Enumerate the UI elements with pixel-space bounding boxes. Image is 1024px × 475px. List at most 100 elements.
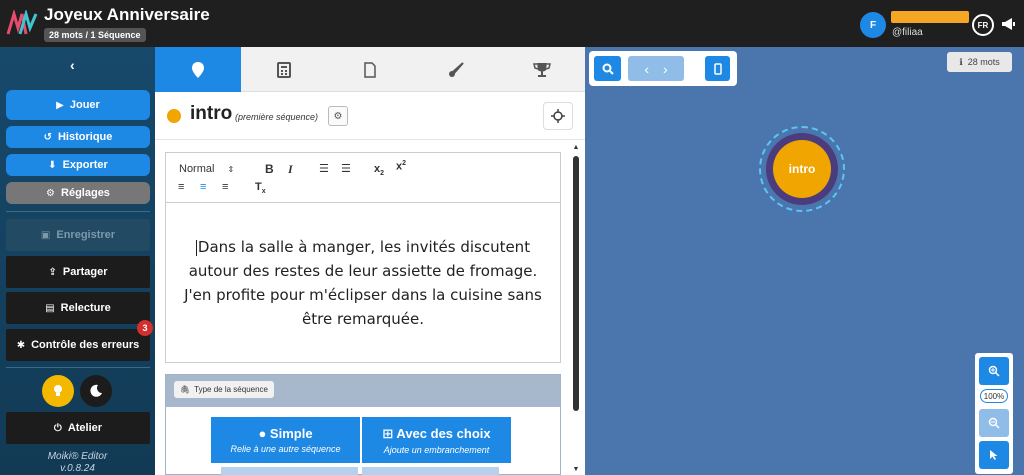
- sequence-editor: intro (première séquence) ⚙ Normal ⇕ B I…: [155, 47, 585, 475]
- italic-button[interactable]: I: [288, 162, 293, 177]
- map-marker-icon: ●: [258, 426, 267, 441]
- trophy-icon: [533, 62, 551, 77]
- bug-icon: ✱: [16, 339, 26, 351]
- sequence-type-panel: 🖇 Type de la séquence ● Simple Relie à u…: [165, 374, 561, 475]
- crosshair-icon: [551, 109, 565, 123]
- word-count-badge: ℹ 28 mots: [947, 52, 1012, 72]
- history-icon: ↺: [43, 131, 52, 143]
- ordered-list-button[interactable]: ☰: [319, 162, 329, 175]
- tab-location[interactable]: [155, 47, 241, 92]
- error-check-button[interactable]: ✱ Contrôle des erreurs: [6, 329, 150, 361]
- editor-tabs: [155, 47, 585, 92]
- zoom-panel: 100%: [975, 353, 1013, 474]
- history-nav[interactable]: ‹ ›: [628, 56, 684, 81]
- zoom-out-button[interactable]: [979, 409, 1009, 437]
- power-icon: ⏻: [53, 422, 62, 434]
- type-simple-button[interactable]: ● Simple Relie à une autre séquence: [211, 417, 360, 463]
- user-avatar[interactable]: F: [860, 12, 886, 38]
- zoom-in-icon: [988, 365, 1000, 377]
- search-button[interactable]: [594, 56, 621, 81]
- type-option-button[interactable]: [362, 467, 499, 475]
- scroll-down-icon[interactable]: ▼: [572, 466, 580, 473]
- history-button[interactable]: ↺ Historique: [6, 126, 150, 148]
- user-handle[interactable]: @filiaa: [892, 27, 923, 38]
- divider: [6, 367, 150, 368]
- sequence-name[interactable]: intro: [190, 103, 232, 125]
- scroll-thumb[interactable]: [573, 156, 579, 411]
- workshop-button[interactable]: ⏻ Atelier: [6, 412, 150, 444]
- review-button[interactable]: ▤ Relecture: [6, 292, 150, 324]
- settings-button[interactable]: ⚙ Réglages: [6, 182, 150, 204]
- collapse-sidebar-icon[interactable]: ‹: [70, 57, 75, 73]
- story-stats-badge: 28 mots / 1 Séquence: [44, 28, 146, 42]
- editor-scrollbar[interactable]: ▲ ▼: [572, 144, 580, 475]
- mobile-preview-button[interactable]: [705, 56, 730, 81]
- book-icon: ▤: [45, 302, 55, 314]
- sequence-note: (première séquence): [235, 112, 319, 122]
- zoom-in-button[interactable]: [979, 357, 1009, 385]
- bullet-list-button[interactable]: ☰: [341, 162, 351, 175]
- story-title: Joyeux Anniversaire: [44, 5, 210, 24]
- error-count-badge: 3: [137, 320, 153, 336]
- bold-button[interactable]: B: [265, 162, 274, 176]
- play-icon: ▶: [56, 99, 64, 111]
- select-mode-button[interactable]: [979, 441, 1009, 469]
- type-option-button[interactable]: [221, 467, 358, 475]
- tab-style[interactable]: [413, 47, 499, 92]
- sitemap-icon: ⊞: [382, 425, 394, 441]
- gear-icon: ⚙: [333, 110, 343, 122]
- scroll-up-icon[interactable]: ▲: [572, 144, 580, 151]
- calculator-icon: [277, 61, 291, 78]
- download-icon: ⬇: [48, 159, 57, 171]
- superscript-button[interactable]: x2: [396, 160, 406, 173]
- megaphone-icon[interactable]: [1000, 15, 1018, 33]
- dark-theme-button[interactable]: [80, 375, 112, 407]
- sequence-color-dot: [167, 109, 181, 123]
- align-left-button[interactable]: ≡: [178, 181, 184, 193]
- tab-achievements[interactable]: [499, 47, 585, 92]
- map-marker-icon: [192, 61, 204, 78]
- info-icon: ℹ: [959, 56, 963, 67]
- version-info: Moiki® Editor v.0.8.24: [47, 451, 108, 474]
- align-right-button[interactable]: ≡: [222, 181, 228, 193]
- story-node-intro[interactable]: intro: [773, 140, 831, 198]
- moon-icon: [90, 384, 102, 397]
- light-theme-button[interactable]: [42, 375, 74, 407]
- text-cursor: [195, 239, 197, 256]
- editor-toolbar: Normal ⇕ B I ☰ ☰ x2 x2 ≡ ≡ ≡ Tx: [166, 153, 560, 203]
- lightbulb-icon: [54, 385, 62, 396]
- save-button[interactable]: ▣ Enregistrer: [6, 219, 150, 251]
- canvas-toolbar: ‹ ›: [589, 51, 737, 86]
- mobile-icon: [713, 62, 722, 75]
- select-arrows-icon: ⇕: [227, 165, 235, 174]
- tab-document[interactable]: [327, 47, 413, 92]
- moiki-logo: [6, 10, 38, 35]
- zoom-level[interactable]: 100%: [980, 389, 1008, 403]
- export-button[interactable]: ⬇ Exporter: [6, 154, 150, 176]
- floppy-icon: ▣: [40, 229, 51, 241]
- user-name-redacted: [891, 11, 969, 23]
- tab-variables[interactable]: [241, 47, 327, 92]
- brush-icon: [449, 61, 464, 77]
- language-button[interactable]: FR: [972, 14, 994, 36]
- sidebar: ‹ ▶ Jouer ↺ Historique ⬇ Exporter ⚙ Régl…: [0, 47, 155, 475]
- search-icon: [602, 63, 614, 75]
- sequence-type-header: 🖇 Type de la séquence: [166, 375, 560, 407]
- locate-sequence-button[interactable]: [543, 102, 573, 130]
- type-choices-button[interactable]: ⊞ Avec des choix Ajoute un embranchement: [362, 417, 511, 463]
- sequence-text-area[interactable]: Dans la salle à manger, les invités disc…: [166, 203, 560, 363]
- chevron-left-icon[interactable]: ‹: [644, 61, 649, 77]
- sequence-settings-button[interactable]: ⚙: [328, 106, 348, 126]
- divider: [6, 211, 150, 212]
- play-button[interactable]: ▶ Jouer: [6, 90, 150, 120]
- subscript-button[interactable]: x2: [374, 163, 384, 177]
- gear-icon: ⚙: [46, 187, 56, 199]
- align-center-button[interactable]: ≡: [200, 181, 206, 193]
- share-button[interactable]: ⇪ Partager: [6, 256, 150, 288]
- file-icon: [364, 61, 376, 78]
- cursor-icon: [990, 450, 998, 460]
- format-select[interactable]: Normal ⇕: [179, 163, 234, 175]
- chevron-right-icon[interactable]: ›: [663, 61, 668, 77]
- top-bar: Joyeux Anniversaire 28 mots / 1 Séquence…: [0, 0, 1024, 47]
- clear-format-button[interactable]: Tx: [255, 181, 266, 195]
